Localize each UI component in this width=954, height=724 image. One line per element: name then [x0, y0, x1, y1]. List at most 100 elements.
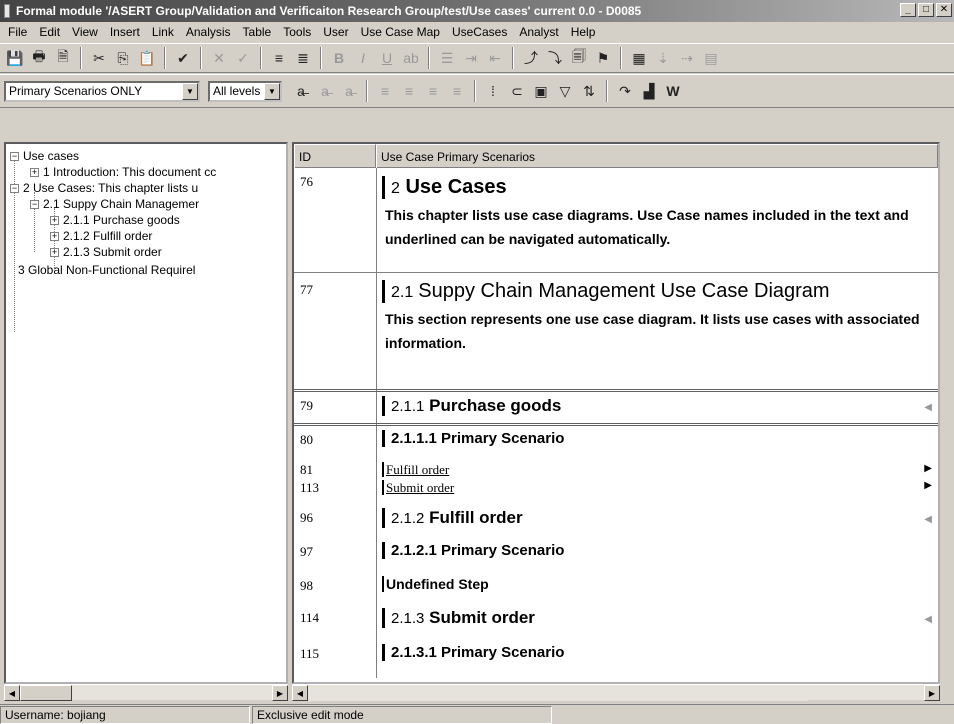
- align-center-icon[interactable]: ≡: [398, 80, 420, 102]
- accept-icon[interactable]: ✓: [232, 47, 254, 69]
- table-row[interactable]: 79 2.1.1 Purchase goods ◀: [294, 394, 938, 422]
- menu-insert[interactable]: Insert: [104, 25, 146, 39]
- menu-usecases[interactable]: UseCases: [446, 25, 513, 39]
- column-header-id[interactable]: ID: [294, 144, 376, 168]
- table-row[interactable]: 76 2 Use Cases This chapter lists use ca…: [294, 172, 938, 272]
- save-icon[interactable]: 💾: [4, 47, 26, 69]
- collapse-arrow-icon[interactable]: ◀: [924, 402, 932, 413]
- attribute-icon[interactable]: ⚑: [592, 47, 614, 69]
- menu-view[interactable]: View: [66, 25, 104, 39]
- table-grid-icon[interactable]: ▤: [700, 47, 722, 69]
- menu-file[interactable]: File: [2, 25, 33, 39]
- scroll-right-icon[interactable]: ▶: [272, 685, 288, 701]
- view-select[interactable]: Primary Scenarios ONLY ▼: [4, 80, 200, 102]
- link-end-icon[interactable]: ⤵: [544, 47, 566, 69]
- table-row[interactable]: 97 2.1.2.1 Primary Scenario: [294, 540, 938, 566]
- italic-icon[interactable]: I: [352, 47, 374, 69]
- expand-icon[interactable]: +: [50, 215, 59, 225]
- chevron-down-icon[interactable]: ▼: [182, 82, 198, 100]
- table-row[interactable]: 114 2.1.3 Submit order ◀: [294, 606, 938, 634]
- collapse-icon[interactable]: −: [30, 199, 39, 209]
- links-icon[interactable]: ⊂: [506, 80, 528, 102]
- tree-item[interactable]: − 2.1 Suppy Chain Managemer: [30, 196, 199, 212]
- minimize-button[interactable]: _: [900, 3, 916, 17]
- insert-text-icon[interactable]: ≣: [292, 47, 314, 69]
- align-justify-icon[interactable]: ≡: [446, 80, 468, 102]
- menu-analyst[interactable]: Analyst: [513, 25, 564, 39]
- menu-tools[interactable]: Tools: [277, 25, 317, 39]
- underline-icon[interactable]: U: [376, 47, 398, 69]
- grid-hscrollbar[interactable]: ◀ ▶: [292, 684, 940, 701]
- follow-link-icon[interactable]: ↷: [614, 80, 636, 102]
- tree-item[interactable]: − 2 Use Cases: This chapter lists u: [10, 180, 198, 196]
- filter-icon[interactable]: ▽: [554, 80, 576, 102]
- tree-item[interactable]: + 2.1.1 Purchase goods: [50, 212, 180, 228]
- cut-icon[interactable]: ✂: [88, 47, 110, 69]
- expand-icon[interactable]: +: [50, 247, 59, 257]
- table-icon[interactable]: ▦: [628, 47, 650, 69]
- levels-select[interactable]: All levels ▼: [208, 80, 282, 102]
- scroll-left-icon[interactable]: ◀: [4, 685, 20, 701]
- insert-column-icon[interactable]: ⇢: [676, 47, 698, 69]
- strike-c-icon[interactable]: a̶: [338, 80, 360, 102]
- table-row[interactable]: 77 2.1 Suppy Chain Management Use Case D…: [294, 274, 938, 390]
- menu-analysis[interactable]: Analysis: [180, 25, 237, 39]
- delete-icon[interactable]: ✕: [208, 47, 230, 69]
- print-icon[interactable]: 🖶: [28, 47, 50, 69]
- table-row[interactable]: 80 2.1.1.1 Primary Scenario: [294, 428, 938, 454]
- word-icon[interactable]: W: [662, 80, 684, 102]
- insert-row-icon[interactable]: ⇣: [652, 47, 674, 69]
- strikethrough-icon[interactable]: ab: [400, 47, 422, 69]
- menu-use-case-map[interactable]: Use Case Map: [355, 25, 446, 39]
- align-right-icon[interactable]: ≡: [422, 80, 444, 102]
- table-row[interactable]: 98 Undefined Step: [294, 574, 938, 598]
- bullets-icon[interactable]: ☰: [436, 47, 458, 69]
- outdent-icon[interactable]: ⇤: [484, 47, 506, 69]
- menu-help[interactable]: Help: [565, 25, 602, 39]
- indent-icon[interactable]: ⇥: [460, 47, 482, 69]
- use-case-link[interactable]: Submit order: [382, 480, 455, 495]
- table-row[interactable]: 113 Submit order ▶: [294, 478, 938, 496]
- collapse-icon[interactable]: −: [10, 183, 19, 193]
- graphics-icon[interactable]: ▣: [530, 80, 552, 102]
- collapse-arrow-icon[interactable]: ◀: [924, 614, 932, 625]
- align-left-icon[interactable]: ≡: [374, 80, 396, 102]
- table-row[interactable]: 81 Fulfill order ▶: [294, 460, 938, 478]
- table-row[interactable]: 96 2.1.2 Fulfill order ◀: [294, 506, 938, 532]
- strike-a-icon[interactable]: a̶: [290, 80, 312, 102]
- chevron-down-icon[interactable]: ▼: [264, 82, 280, 100]
- maximize-button[interactable]: □: [918, 3, 934, 17]
- menu-edit[interactable]: Edit: [33, 25, 66, 39]
- scroll-track[interactable]: [308, 685, 808, 701]
- expand-arrow-icon[interactable]: ▶: [924, 463, 932, 474]
- close-button[interactable]: ✕: [936, 3, 952, 17]
- use-case-link[interactable]: Fulfill order: [382, 462, 450, 477]
- expand-icon[interactable]: +: [50, 231, 59, 241]
- insert-heading-icon[interactable]: ≡: [268, 47, 290, 69]
- link-start-icon[interactable]: ⤴: [520, 47, 542, 69]
- tree-item[interactable]: + 2.1.3 Submit order: [50, 244, 162, 260]
- scroll-left-icon[interactable]: ◀: [292, 685, 308, 701]
- expand-icon[interactable]: +: [30, 167, 39, 177]
- outline-icon[interactable]: ⁞: [482, 80, 504, 102]
- export-icon[interactable]: ▟: [638, 80, 660, 102]
- spellcheck-icon[interactable]: ✔: [172, 47, 194, 69]
- properties-icon[interactable]: 🗎: [52, 47, 74, 69]
- scroll-right-icon[interactable]: ▶: [924, 685, 940, 701]
- bold-icon[interactable]: B: [328, 47, 350, 69]
- collapse-arrow-icon[interactable]: ◀: [924, 514, 932, 525]
- scroll-thumb[interactable]: [20, 685, 72, 701]
- table-row[interactable]: 115 2.1.3.1 Primary Scenario: [294, 642, 938, 668]
- sort-icon[interactable]: ⇅: [578, 80, 600, 102]
- module-properties-icon[interactable]: 🗐: [568, 47, 590, 69]
- tree-item[interactable]: 3 Global Non-Functional Requirel: [18, 262, 195, 278]
- copy-icon[interactable]: ⎘: [112, 47, 134, 69]
- tree-hscrollbar[interactable]: ◀ ▶: [4, 684, 288, 701]
- menu-table[interactable]: Table: [237, 25, 278, 39]
- tree-item-root[interactable]: − Use cases: [10, 148, 79, 164]
- strike-b-icon[interactable]: a̶: [314, 80, 336, 102]
- tree-item[interactable]: + 1 Introduction: This document cc: [30, 164, 216, 180]
- expand-arrow-icon[interactable]: ▶: [924, 480, 932, 491]
- paste-icon[interactable]: 📋: [136, 47, 158, 69]
- tree-item[interactable]: + 2.1.2 Fulfill order: [50, 228, 152, 244]
